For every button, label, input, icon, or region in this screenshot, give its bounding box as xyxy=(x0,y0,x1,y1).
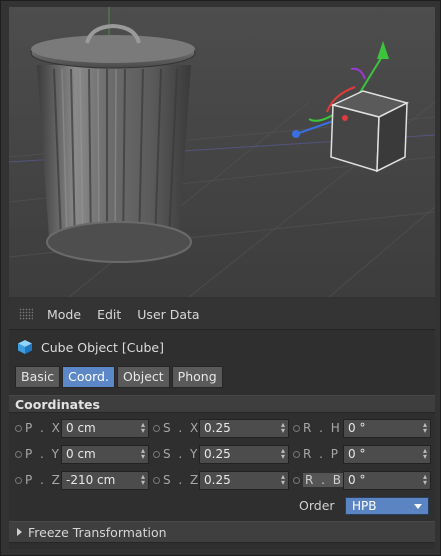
freeze-transformation-group[interactable]: Freeze Transformation xyxy=(9,521,435,543)
px-value: 0 cm xyxy=(66,421,96,435)
tab-basic[interactable]: Basic xyxy=(15,366,61,388)
freeze-transformation-label: Freeze Transformation xyxy=(28,524,167,540)
viewport-scene xyxy=(9,7,435,297)
spinner-icon[interactable]: ▴ ▾ xyxy=(281,421,285,435)
label-pz: P . Z xyxy=(25,473,62,487)
keyframe-dot-icon[interactable] xyxy=(153,477,160,484)
rp-field[interactable]: 0 ° ▴ ▾ xyxy=(343,445,431,464)
coord-row-x: P . X 0 cm ▴ ▾ S . X 0.25 ▴ ▾ R . H 0 ° ▴ ▾ xyxy=(9,419,435,439)
coord-row-y: P . Y 0 cm ▴ ▾ S . Y 0.25 ▴ ▾ R . P 0 ° ▴ ▾ xyxy=(9,445,435,465)
sx-field[interactable]: 0.25 ▴ ▾ xyxy=(199,419,289,438)
object-header: Cube Object [Cube] xyxy=(9,336,435,358)
label-sx: S . X xyxy=(163,421,201,435)
cube-icon xyxy=(18,340,32,354)
order-value: HPB xyxy=(352,499,377,513)
tab-bar: Basic Coord. Object Phong xyxy=(15,366,225,388)
keyframe-dot-icon[interactable] xyxy=(153,425,160,432)
spinner-icon[interactable]: ▴ ▾ xyxy=(141,473,145,487)
rb-field[interactable]: 0 ° ▴ ▾ xyxy=(343,471,431,490)
viewport[interactable] xyxy=(9,7,435,297)
spinner-icon[interactable]: ▴ ▾ xyxy=(141,421,145,435)
tab-coord[interactable]: Coord. xyxy=(62,366,115,388)
object-title: Cube Object [Cube] xyxy=(41,339,164,355)
spinner-icon[interactable]: ▴ ▾ xyxy=(281,447,285,461)
rh-value: 0 ° xyxy=(348,421,366,435)
spinner-icon[interactable]: ▴ ▾ xyxy=(423,473,427,487)
label-sz: S . Z xyxy=(163,473,201,487)
menu-mode[interactable]: Mode xyxy=(47,307,81,322)
tab-phong[interactable]: Phong xyxy=(171,366,223,388)
keyframe-dot-icon[interactable] xyxy=(15,451,22,458)
label-px: P . X xyxy=(25,421,62,435)
label-sy: S . Y xyxy=(163,447,200,461)
pz-field[interactable]: -210 cm ▴ ▾ xyxy=(61,471,149,490)
cube-model xyxy=(330,90,410,173)
py-value: 0 cm xyxy=(66,447,96,461)
coord-row-z: P . Z -210 cm ▴ ▾ S . Z 0.25 ▴ ▾ R . B 0 ° ▴ ▾ xyxy=(9,471,435,491)
py-field[interactable]: 0 cm ▴ ▾ xyxy=(61,445,149,464)
trash-can-model xyxy=(30,23,196,263)
sy-value: 0.25 xyxy=(204,447,231,461)
sy-field[interactable]: 0.25 ▴ ▾ xyxy=(199,445,289,464)
sz-value: 0.25 xyxy=(204,473,231,487)
expand-triangle-icon[interactable] xyxy=(17,528,22,536)
attribute-menubar: Mode Edit User Data xyxy=(9,299,435,330)
attribute-manager-window: Mode Edit User Data Cube Object [Cube] B… xyxy=(0,0,441,556)
tab-object[interactable]: Object xyxy=(116,366,170,388)
px-field[interactable]: 0 cm ▴ ▾ xyxy=(61,419,149,438)
label-rh: R . H xyxy=(303,421,342,435)
order-label: Order xyxy=(299,498,335,513)
rh-field[interactable]: 0 ° ▴ ▾ xyxy=(343,419,431,438)
keyframe-dot-icon[interactable] xyxy=(15,425,22,432)
sx-value: 0.25 xyxy=(204,421,231,435)
spinner-icon[interactable]: ▴ ▾ xyxy=(423,447,427,461)
rp-value: 0 ° xyxy=(348,447,366,461)
rb-value: 0 ° xyxy=(348,473,366,487)
spinner-icon[interactable]: ▴ ▾ xyxy=(281,473,285,487)
label-rp: R . P xyxy=(303,447,341,461)
grip-icon[interactable] xyxy=(19,308,33,320)
keyframe-dot-icon[interactable] xyxy=(153,451,160,458)
attribute-manager: Mode Edit User Data Cube Object [Cube] B… xyxy=(9,299,435,549)
spinner-icon[interactable]: ▴ ▾ xyxy=(141,447,145,461)
spinner-icon[interactable]: ▴ ▾ xyxy=(423,421,427,435)
sz-field[interactable]: 0.25 ▴ ▾ xyxy=(199,471,289,490)
keyframe-dot-icon[interactable] xyxy=(293,477,300,484)
label-py: P . Y xyxy=(25,447,62,461)
pz-value: -210 cm xyxy=(66,473,116,487)
section-coordinates: Coordinates xyxy=(9,395,435,413)
label-rb: R . B xyxy=(303,473,346,487)
chevron-down-icon xyxy=(414,504,422,509)
menu-user-data[interactable]: User Data xyxy=(137,307,199,322)
keyframe-dot-icon[interactable] xyxy=(293,425,300,432)
menu-edit[interactable]: Edit xyxy=(97,307,121,322)
order-select[interactable]: HPB xyxy=(345,497,429,515)
keyframe-dot-icon[interactable] xyxy=(293,451,300,458)
keyframe-dot-icon[interactable] xyxy=(15,477,22,484)
